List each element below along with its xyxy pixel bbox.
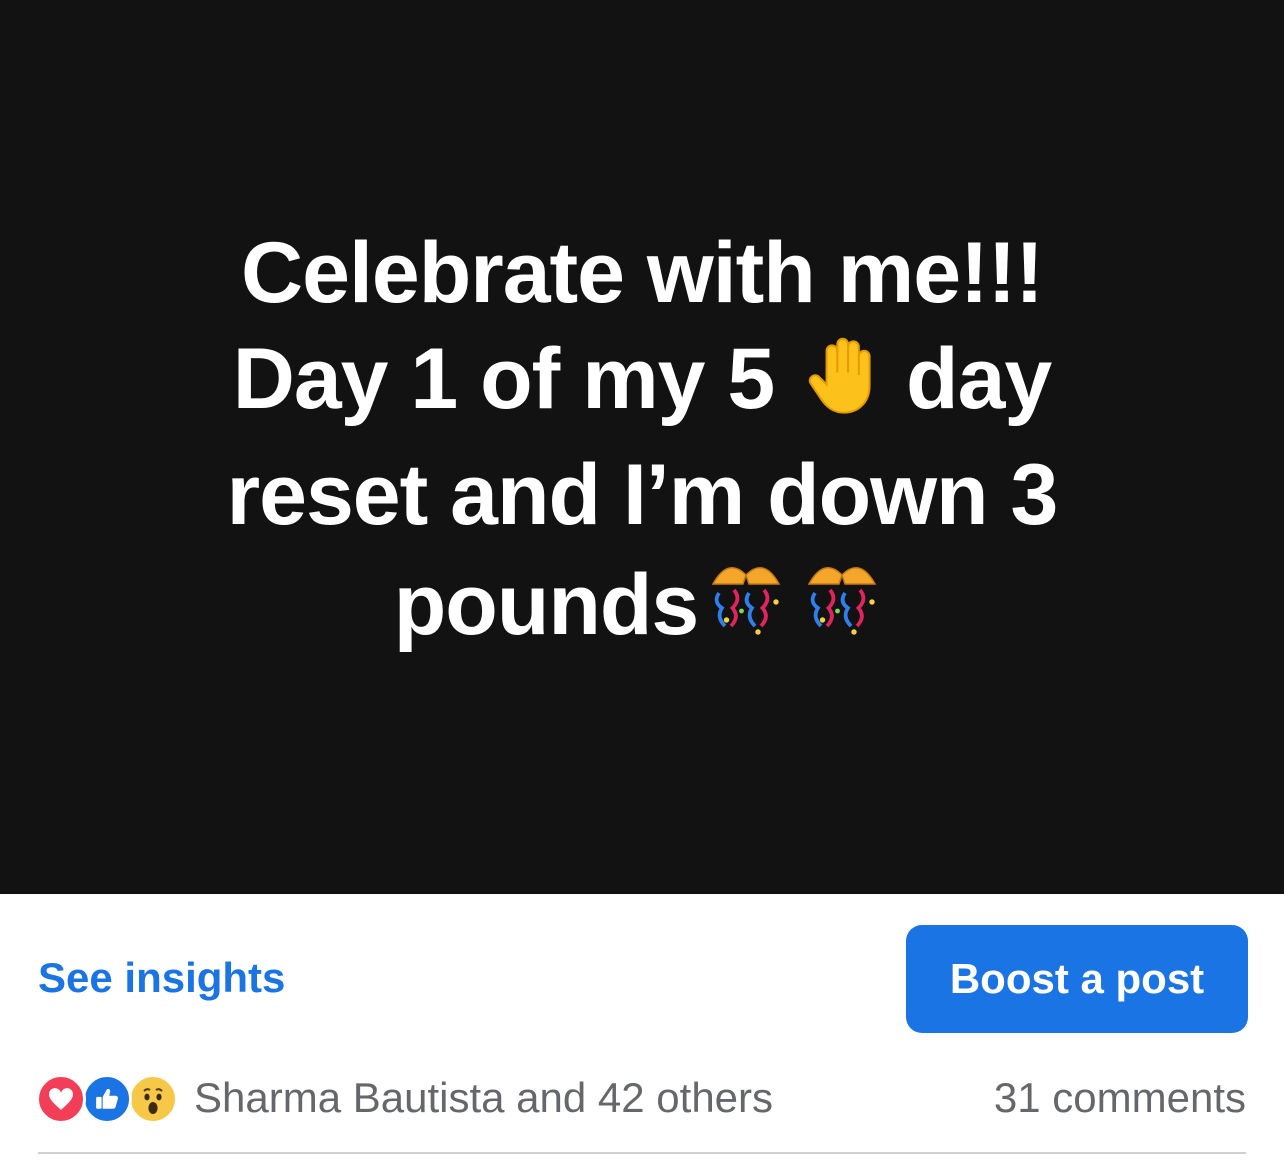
like-reaction-icon — [82, 1074, 132, 1124]
see-insights-link[interactable]: See insights — [38, 954, 285, 1002]
post-text-line-3: reset and I’m down 3 — [226, 447, 1059, 543]
divider — [38, 1152, 1246, 1154]
boost-post-button[interactable]: Boost a post — [906, 925, 1248, 1033]
confetti-ball-icon — [698, 548, 794, 668]
post-text-line-2-end: day — [906, 331, 1052, 427]
post-actions-row: See insights Boost a post — [0, 894, 1284, 1044]
reactions-row: Sharma Bautista and 42 others 31 comment… — [0, 1044, 1284, 1152]
confetti-ball-icon — [794, 548, 890, 668]
reaction-icons[interactable] — [36, 1074, 186, 1124]
wow-reaction-icon — [128, 1074, 178, 1124]
post-text-line-1: Celebrate with me!!! — [241, 225, 1044, 321]
post-text: Celebrate with me!!! Day 1 of my 5 day r… — [162, 220, 1122, 668]
reactions-summary[interactable]: Sharma Bautista and 42 others — [194, 1074, 773, 1122]
post-text-line-4-start: pounds — [393, 557, 699, 653]
raised-hand-icon — [797, 332, 883, 442]
love-reaction-icon — [36, 1074, 86, 1124]
post-text-line-2-start: Day 1 of my 5 — [232, 331, 775, 427]
post-text-line-4: pounds — [162, 548, 1122, 668]
post-text-line-2: Day 1 of my 5 day — [162, 326, 1122, 442]
comments-count[interactable]: 31 comments — [994, 1074, 1246, 1122]
post-image[interactable]: Celebrate with me!!! Day 1 of my 5 day r… — [0, 0, 1284, 894]
